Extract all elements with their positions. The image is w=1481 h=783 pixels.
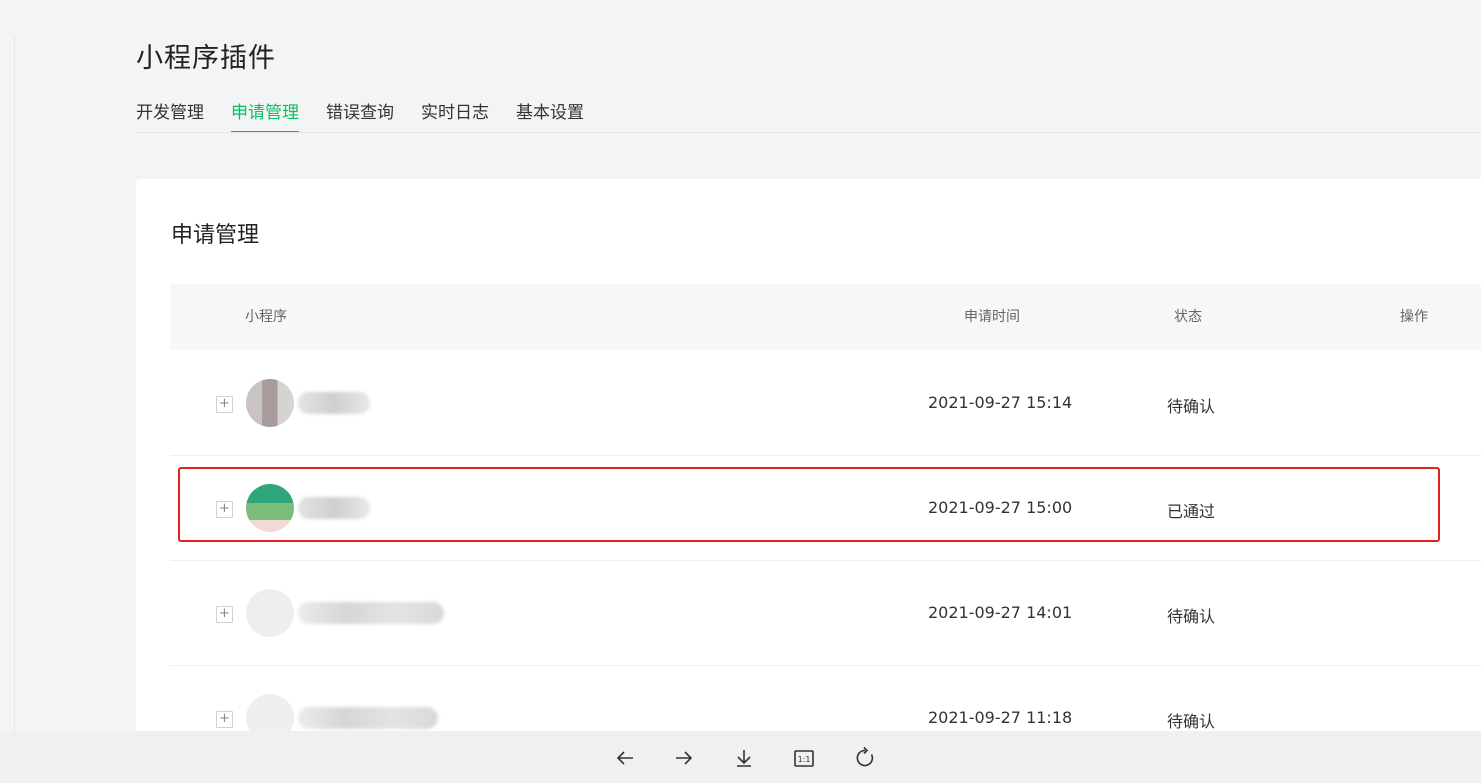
left-divider xyxy=(14,36,15,736)
table-row: + 2021-09-27 15:00 已通过 xyxy=(170,456,1481,561)
header-action: 操作 xyxy=(1400,309,1428,325)
tab-dev-management[interactable]: 开发管理 xyxy=(136,98,204,132)
tab-application-management[interactable]: 申请管理 xyxy=(231,98,299,133)
apply-time: 2021-09-27 11:18 xyxy=(928,708,1073,727)
expand-icon[interactable]: + xyxy=(216,501,233,518)
tab-basic-settings[interactable]: 基本设置 xyxy=(516,98,584,132)
application-card: 申请管理 小程序 申请时间 状态 操作 + 2021-09-27 15:14 待… xyxy=(136,179,1481,779)
expand-icon[interactable]: + xyxy=(216,606,233,623)
arrow-left-icon[interactable] xyxy=(608,741,642,775)
tab-realtime-log[interactable]: 实时日志 xyxy=(421,98,489,132)
app-name-redacted xyxy=(298,707,438,729)
header-status: 状态 xyxy=(1174,309,1202,325)
status-text: 已通过 xyxy=(1167,502,1216,521)
apply-time: 2021-09-27 15:00 xyxy=(928,498,1073,517)
header-time: 申请时间 xyxy=(964,309,1020,325)
table-row: + 2021-09-27 15:14 待确认 xyxy=(170,351,1481,456)
apply-time: 2021-09-27 14:01 xyxy=(928,603,1073,622)
avatar xyxy=(246,379,294,427)
table-row: + 2021-09-27 14:01 待确认 xyxy=(170,561,1481,666)
avatar xyxy=(246,484,294,532)
image-viewer-toolbar: 1:1 xyxy=(0,731,1481,783)
tabs-divider xyxy=(136,132,1481,133)
table-header: 小程序 申请时间 状态 操作 xyxy=(170,284,1481,350)
actual-size-label: 1:1 xyxy=(798,755,811,764)
arrow-right-icon[interactable] xyxy=(667,741,701,775)
app-name-redacted xyxy=(298,392,370,414)
actual-size-icon[interactable]: 1:1 xyxy=(787,741,821,775)
download-icon[interactable] xyxy=(727,741,761,775)
app-name-redacted xyxy=(298,602,444,624)
expand-icon[interactable]: + xyxy=(216,711,233,728)
apply-time: 2021-09-27 15:14 xyxy=(928,393,1073,412)
tab-bar: 开发管理 申请管理 错误查询 实时日志 基本设置 xyxy=(136,98,611,133)
expand-icon[interactable]: + xyxy=(216,396,233,413)
card-title: 申请管理 xyxy=(171,223,260,248)
page-title: 小程序插件 xyxy=(136,43,276,74)
status-text: 待确认 xyxy=(1167,397,1216,416)
rotate-icon[interactable] xyxy=(848,741,882,775)
avatar xyxy=(246,589,294,637)
tab-error-query[interactable]: 错误查询 xyxy=(326,98,394,132)
header-app: 小程序 xyxy=(245,309,287,325)
status-text: 待确认 xyxy=(1167,712,1216,731)
status-text: 待确认 xyxy=(1167,607,1216,626)
app-name-redacted xyxy=(298,497,370,519)
